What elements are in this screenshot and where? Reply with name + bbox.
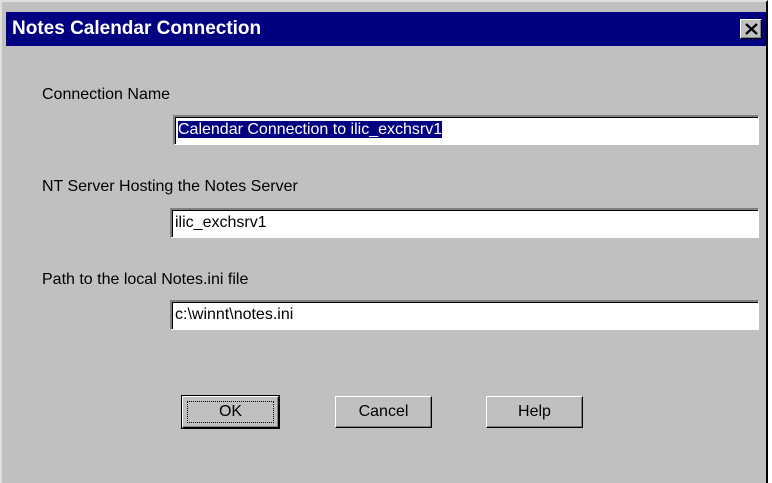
help-button-label: Help xyxy=(518,403,551,420)
focus-rectangle xyxy=(187,401,274,423)
close-button[interactable] xyxy=(740,19,762,39)
connection-name-input[interactable]: Calendar Connection to ilic_exchsrv1 xyxy=(173,115,759,145)
connection-name-label: Connection Name xyxy=(42,86,171,103)
cancel-button-label: Cancel xyxy=(358,403,409,420)
title-bar[interactable]: Notes Calendar Connection xyxy=(6,12,766,46)
dialog-window: Notes Calendar Connection Connection Nam… xyxy=(0,0,768,483)
cancel-button[interactable]: Cancel xyxy=(335,396,432,428)
help-button[interactable]: Help xyxy=(486,396,583,428)
dialog-title: Notes Calendar Connection xyxy=(12,18,262,39)
connection-name-value: Calendar Connection to ilic_exchsrv1 xyxy=(178,121,443,138)
nt-server-label: NT Server Hosting the Notes Server xyxy=(42,178,298,195)
nt-server-value: ilic_exchsrv1 xyxy=(175,214,267,231)
ok-button[interactable]: OK xyxy=(181,395,280,429)
nt-server-input[interactable]: ilic_exchsrv1 xyxy=(170,208,759,238)
notes-ini-value: c:\winnt\notes.ini xyxy=(175,306,294,323)
notes-ini-input[interactable]: c:\winnt\notes.ini xyxy=(170,300,759,330)
close-icon xyxy=(745,23,758,35)
notes-ini-label: Path to the local Notes.ini file xyxy=(42,271,249,288)
